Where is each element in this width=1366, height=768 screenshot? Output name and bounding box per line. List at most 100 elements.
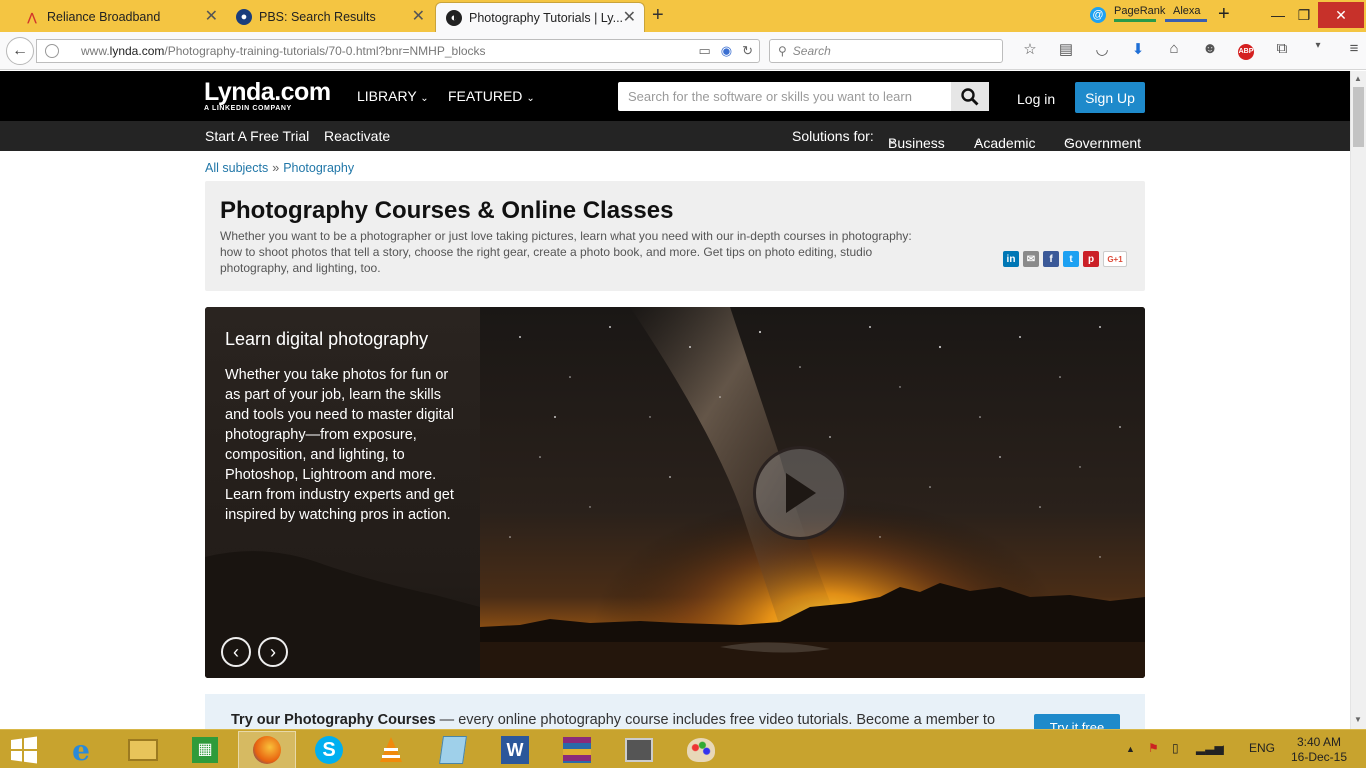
reactivate-link[interactable]: Reactivate (324, 128, 390, 144)
pagerank-bar (1114, 19, 1156, 22)
academic-label: Academic (974, 135, 1036, 151)
site-search-input[interactable]: Search for the software or skills you wa… (618, 82, 989, 111)
chevron-down-icon: ⌄ (1064, 135, 1073, 146)
power-icon[interactable]: ▯ (1172, 741, 1179, 755)
url-prefix: www. (81, 44, 110, 58)
ccleaner-icon[interactable]: ◉ (721, 43, 732, 59)
play-button[interactable] (753, 446, 847, 540)
login-link[interactable]: Log in (1017, 91, 1055, 107)
skype-icon[interactable]: S (300, 731, 358, 768)
breadcrumb: All subjects » Photography (205, 161, 354, 175)
windows-start-icon[interactable] (10, 736, 38, 764)
reader-view-icon[interactable]: ▭ (698, 43, 710, 59)
tab-photography[interactable]: ◐ Photography Tutorials | Ly... ✕ (435, 2, 645, 32)
language-indicator[interactable]: ENG (1249, 741, 1275, 755)
home-icon[interactable]: ⌂ (1156, 40, 1192, 60)
free-trial-link[interactable]: Start A Free Trial (205, 128, 309, 144)
hero-body: Whether you take photos for fun or as pa… (225, 367, 454, 523)
site-header: Lynda.com A LINKEDIN COMPANY LIBRARY ⌄ F… (0, 71, 1350, 121)
tab-pbs[interactable]: ● PBS: Search Results ✕ (226, 2, 433, 32)
close-tab-icon[interactable]: ✕ (623, 10, 636, 26)
lynda-logo[interactable]: Lynda.com A LINKEDIN COMPANY (204, 79, 331, 113)
close-tab-icon[interactable]: ✕ (412, 9, 425, 25)
alexa-label[interactable]: Alexa (1173, 5, 1201, 17)
nav-library[interactable]: LIBRARY ⌄ (357, 88, 429, 104)
scrollbar-thumb[interactable] (1353, 87, 1364, 147)
pbs-favicon-icon: ● (236, 9, 252, 25)
minimize-icon[interactable]: — (1264, 2, 1292, 28)
adblock-icon[interactable]: ABP (1228, 40, 1264, 60)
nav-library-label: LIBRARY (357, 88, 417, 104)
new-tab-plus-icon[interactable]: + (1218, 3, 1230, 26)
globe-icon (45, 44, 59, 58)
intro-panel: Photography Courses & Online Classes Whe… (205, 181, 1145, 291)
action-center-icon[interactable]: ⚑ (1148, 741, 1159, 755)
logo-text: Lynda.com (204, 78, 331, 106)
twitter-icon[interactable]: t (1063, 251, 1079, 267)
close-window-icon[interactable]: ✕ (1318, 2, 1364, 28)
google-plus-icon[interactable]: G+1 (1103, 251, 1127, 267)
file-explorer-icon[interactable] (114, 731, 172, 768)
search-icon: ⚲ (778, 44, 787, 58)
back-button[interactable]: ← (6, 37, 34, 65)
restore-icon[interactable]: ❐ (1290, 2, 1318, 28)
reading-list-icon[interactable]: ▤ (1048, 40, 1084, 60)
bookmark-star-icon[interactable]: ☆ (1012, 40, 1048, 60)
ie-icon[interactable]: e (52, 731, 110, 768)
pinterest-icon[interactable]: p (1083, 251, 1099, 267)
dropdown-icon[interactable]: ▾ (1300, 40, 1336, 60)
nav-featured[interactable]: FEATURED ⌄ (448, 88, 535, 104)
site-search-button[interactable] (951, 82, 989, 111)
chevron-down-icon: ⌄ (526, 93, 535, 104)
pagerank-label[interactable]: PageRank (1114, 5, 1165, 17)
logo-subtext: A LINKEDIN COMPANY (204, 105, 292, 112)
scroll-down-icon[interactable]: ▼ (1354, 715, 1362, 724)
vlc-icon[interactable] (362, 731, 420, 768)
paint-icon[interactable] (672, 731, 730, 768)
try-free-button[interactable]: Try it free (1034, 714, 1120, 729)
page-scrollbar[interactable]: ▲ ▼ (1350, 71, 1366, 729)
menu-icon[interactable]: ≡ (1336, 40, 1366, 60)
linkedin-icon[interactable]: in (1003, 251, 1019, 267)
chat-icon[interactable]: ☻ (1192, 40, 1228, 60)
reliance-favicon-icon: ⋀ (27, 11, 37, 24)
crop-icon[interactable]: ⧉ (1264, 40, 1300, 60)
site-subnav: Start A Free Trial Reactivate Solutions … (0, 121, 1350, 151)
winrar-icon[interactable] (548, 731, 606, 768)
close-tab-icon[interactable]: ✕ (205, 9, 218, 25)
new-tab-icon[interactable]: + (652, 4, 664, 27)
notes-app-icon[interactable] (424, 731, 482, 768)
web-page: Lynda.com A LINKEDIN COMPANY LIBRARY ⌄ F… (0, 71, 1350, 729)
download-icon[interactable]: ⬇ (1120, 40, 1156, 60)
browser-tab-bar: ⋀ Reliance Broadband ✕ ● PBS: Search Res… (0, 0, 1366, 32)
signup-button[interactable]: Sign Up (1075, 82, 1145, 113)
hero-carousel: Learn digital photography Whether you ta… (205, 307, 1145, 678)
breadcrumb-all-subjects[interactable]: All subjects (205, 161, 268, 175)
email-icon[interactable]: ✉ (1023, 251, 1039, 267)
reload-icon[interactable]: ↻ (742, 43, 753, 59)
carousel-prev-button[interactable]: ‹ (221, 637, 251, 667)
volume-icon[interactable]: 🔈︎ (1220, 741, 1227, 756)
nav-featured-label: FEATURED (448, 88, 523, 104)
clock-time: 3:40 AM (1296, 735, 1342, 749)
store-icon[interactable]: ▦ (176, 731, 234, 768)
browser-nav-bar: www. lynda.com/Photography-training-tutor… (0, 32, 1366, 70)
breadcrumb-photography[interactable]: Photography (283, 161, 354, 175)
at-sign-icon[interactable]: @ (1090, 7, 1106, 23)
firefox-icon[interactable] (238, 731, 296, 768)
browser-search-input[interactable]: ⚲ Search (769, 39, 1003, 63)
facebook-icon[interactable]: f (1043, 251, 1059, 267)
hero-title: Learn digital photography (225, 329, 429, 349)
tab-reliance[interactable]: ⋀ Reliance Broadband ✕ (14, 2, 226, 32)
pocket-icon[interactable]: ◡ (1084, 40, 1120, 60)
scroll-up-icon[interactable]: ▲ (1354, 74, 1362, 83)
breadcrumb-separator: » (272, 161, 280, 175)
word-icon[interactable]: W (486, 731, 544, 768)
presentation-app-icon[interactable] (610, 731, 668, 768)
show-hidden-icons[interactable]: ▲ (1126, 744, 1135, 754)
tab-label: Reliance Broadband (47, 10, 161, 24)
url-bar[interactable]: www. lynda.com/Photography-training-tutor… (36, 39, 760, 63)
system-clock[interactable]: 3:40 AM 16-Dec-15 (1290, 735, 1348, 765)
promo-banner: Try our Photography Courses — every onli… (205, 694, 1145, 729)
carousel-next-button[interactable]: › (258, 637, 288, 667)
